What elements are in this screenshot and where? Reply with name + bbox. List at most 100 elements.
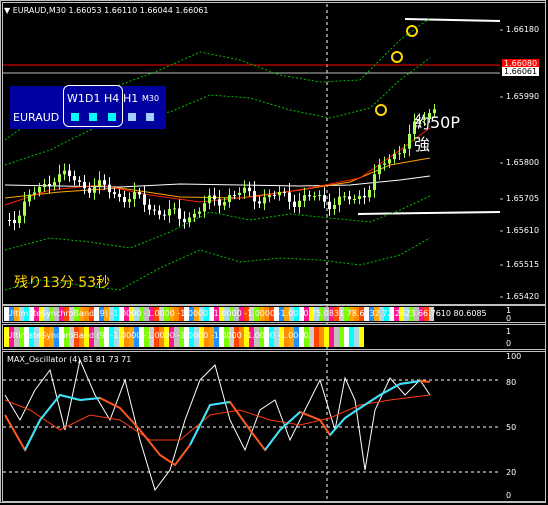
candle-body	[173, 208, 176, 210]
candle-body	[33, 192, 36, 195]
bar-countdown: 残り13分 53秒	[14, 275, 111, 291]
candle-body	[333, 204, 336, 210]
candle-body	[23, 201, 26, 216]
candle-body	[343, 196, 346, 198]
ma-orange-line	[4, 157, 431, 199]
candle-body	[103, 180, 106, 185]
tf-status-h4	[108, 113, 116, 121]
candle-body	[203, 203, 206, 212]
candle-body	[138, 192, 141, 195]
candle-body	[43, 184, 46, 188]
tf-label-h1: H1	[123, 92, 139, 105]
price-tick: 1.65705	[506, 194, 540, 203]
tf-status-m30	[146, 113, 154, 121]
candle-body	[268, 194, 271, 198]
price-scale[interactable]: 1.66180 1.65990 1.65800 1.65705 1.65610 …	[500, 0, 546, 305]
candle-body	[193, 213, 196, 218]
usb2-scale-bottom: 0	[506, 339, 512, 348]
candle-body	[58, 174, 61, 183]
candle-body	[148, 204, 151, 210]
tf-symbol: EURAUD	[13, 111, 60, 124]
candle-body	[118, 194, 121, 198]
tf-status-d1	[89, 113, 97, 121]
candle-body	[153, 209, 156, 211]
candle-body	[408, 133, 411, 149]
candle-body	[163, 214, 166, 216]
candle-body	[73, 176, 76, 181]
candle-body	[113, 192, 116, 195]
annotation-strong: 強	[414, 135, 431, 154]
tf-label-d1: D1	[85, 92, 101, 105]
candle-body	[358, 196, 361, 199]
high-marker-line	[404, 18, 501, 22]
candle-body	[83, 181, 86, 189]
candle-body	[298, 200, 301, 207]
price-tick: 1.65990	[506, 92, 540, 101]
candle-body	[393, 153, 396, 160]
candle-body	[243, 187, 246, 193]
candle-body	[398, 153, 401, 155]
candle-body	[98, 180, 101, 187]
osc-tick: 20	[506, 468, 517, 477]
candle-body	[283, 191, 286, 193]
low-marker-line	[357, 211, 501, 215]
usb2-title: UltimateSynchroBand (9) -1.0000 -1.0000 …	[7, 331, 309, 340]
candle-body	[13, 220, 16, 224]
price-tick: 1.65420	[506, 292, 540, 301]
price-tick: 1.65800	[506, 158, 540, 167]
current-price-tag: 1.66061	[502, 67, 540, 76]
candle-body	[233, 195, 236, 197]
candle-body	[253, 191, 256, 202]
signal-circle	[391, 51, 403, 63]
candle-body	[323, 195, 326, 202]
candle-body	[348, 196, 351, 200]
oscillator-title: MAX_Oscillator (4) 81 81 73 71	[7, 355, 132, 364]
candle-body	[363, 196, 366, 198]
candle-body	[273, 194, 276, 196]
osc-tick: 100	[506, 352, 522, 361]
candle-body	[238, 192, 241, 196]
candle-body	[353, 198, 356, 200]
ma-red-line	[4, 127, 431, 206]
osc-tick: 80	[506, 378, 517, 387]
candle-body	[93, 186, 96, 193]
oscillator-pane[interactable]	[2, 351, 546, 502]
candle-body	[68, 170, 71, 177]
candle-body	[378, 164, 381, 175]
tf-label-w1: W1	[67, 92, 85, 105]
candle-body	[178, 208, 181, 219]
candle-body	[258, 201, 261, 204]
candle-body	[208, 195, 211, 204]
usb1-title: UltimateSynchroBand (9) -1.0000 -1.0000 …	[7, 309, 487, 318]
candle-body	[18, 215, 21, 224]
candle-body	[278, 191, 281, 196]
candle-body	[383, 163, 386, 165]
candle-body	[308, 195, 311, 197]
candle-body	[168, 209, 171, 216]
candle-body	[123, 197, 126, 203]
tf-label-m30: M30	[142, 94, 160, 103]
candle-body	[338, 196, 341, 205]
candle-body	[328, 201, 331, 210]
candle-body	[303, 195, 306, 201]
candle-body	[143, 194, 146, 205]
usb1-scale-bottom: 0	[506, 314, 512, 323]
candle-body	[288, 192, 291, 202]
candle-body	[368, 189, 371, 198]
candle-body	[318, 195, 321, 197]
candle-body	[223, 201, 226, 206]
candle-body	[293, 201, 296, 207]
candle-body	[108, 184, 111, 193]
candle-body	[158, 210, 161, 215]
signal-circle	[375, 104, 387, 116]
candle-body	[373, 174, 376, 190]
candle-body	[128, 199, 131, 203]
price-tick: 1.65515	[506, 260, 540, 269]
candle-body	[188, 217, 191, 223]
candle-body	[88, 188, 91, 193]
candle-body	[218, 199, 221, 206]
ma-white-line	[4, 175, 431, 188]
candle-body	[48, 184, 51, 187]
tf-status-h1	[128, 113, 136, 121]
candle-body	[28, 194, 31, 202]
